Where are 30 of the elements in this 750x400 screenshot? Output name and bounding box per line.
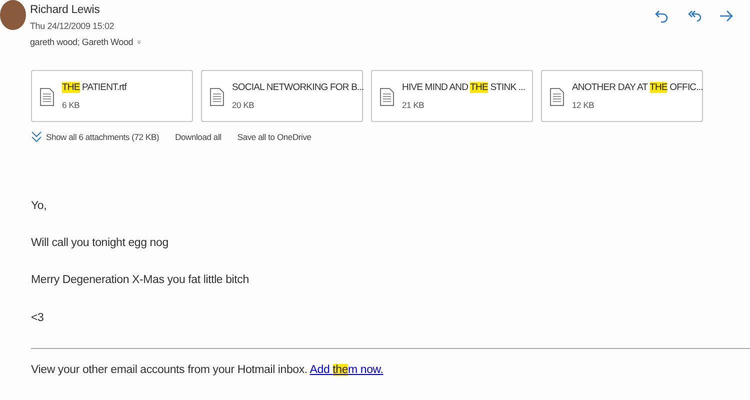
save-to-onedrive-link[interactable]: Save all to OneDrive bbox=[237, 131, 312, 144]
reply-icon[interactable] bbox=[654, 8, 670, 24]
body-text: Will call you tonight egg nog bbox=[31, 236, 170, 251]
sender-name: Richard Lewis bbox=[30, 4, 100, 16]
attachment-size: 21 KB bbox=[402, 99, 426, 112]
reply-all-icon[interactable] bbox=[686, 8, 702, 24]
attachment-name: SOCIAL NETWORKING FOR B... bbox=[232, 81, 364, 95]
body-text: Yo, bbox=[31, 198, 48, 214]
avatar bbox=[0, 0, 26, 30]
document-icon bbox=[550, 88, 564, 106]
recipients: gareth wood; Gareth Wood bbox=[30, 36, 134, 49]
document-icon bbox=[40, 88, 54, 106]
attachment-name: THE PATIENT.rtf bbox=[62, 81, 126, 95]
attachment-name: HIVE MIND AND THE STINK ... bbox=[402, 81, 526, 95]
attachment-card[interactable]: SOCIAL NETWORKING FOR B... 20 KB bbox=[201, 70, 363, 122]
body-text: Merry Degeneration X-Mas you fat little bitch bbox=[31, 273, 250, 288]
sent-date: Thu 24/12/2009 15:02 bbox=[30, 21, 114, 31]
body-text: <3 bbox=[31, 310, 45, 326]
forward-icon[interactable] bbox=[718, 8, 734, 24]
document-icon bbox=[210, 88, 224, 106]
chevron-down-icon bbox=[31, 131, 42, 144]
attachment-card[interactable]: THE PATIENT.rtf 6 KB bbox=[31, 70, 193, 122]
attachment-card[interactable]: HIVE MIND AND THE STINK ... 21 KB bbox=[371, 70, 533, 122]
attachment-size: 6 KB bbox=[62, 99, 81, 112]
attachment-size: 20 KB bbox=[232, 99, 256, 112]
show-all-link[interactable]: Show all 6 attachments (72 KB) bbox=[31, 131, 160, 144]
download-all-link[interactable]: Download all bbox=[175, 131, 222, 144]
attachment-size: 12 KB bbox=[572, 99, 596, 112]
document-icon bbox=[380, 88, 394, 106]
expand-icon[interactable]: » bbox=[135, 40, 144, 44]
